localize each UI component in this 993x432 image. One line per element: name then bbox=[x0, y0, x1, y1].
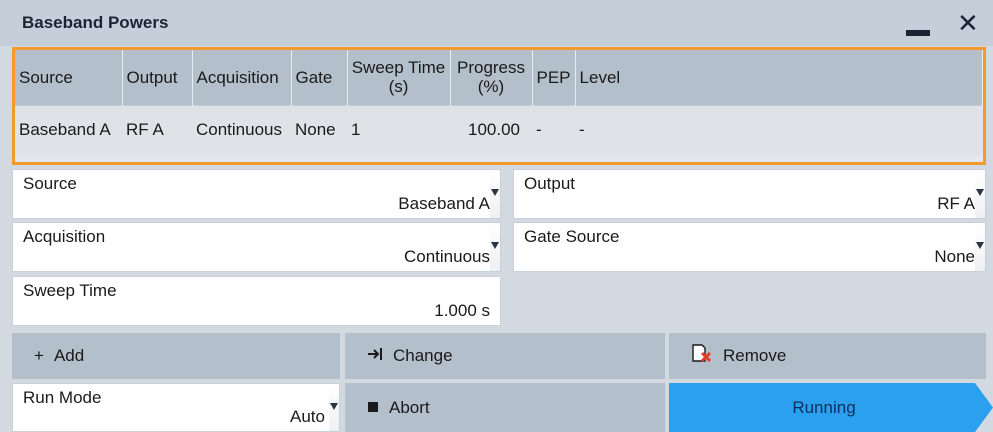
dialog-title: Baseband Powers bbox=[22, 13, 169, 32]
change-button[interactable]: Change bbox=[345, 333, 665, 379]
sweep-time-label: Sweep Time bbox=[23, 281, 117, 300]
acquisition-label: Acquisition bbox=[23, 227, 106, 246]
sweep-time-input[interactable]: Sweep Time 1.000 s bbox=[12, 276, 501, 326]
table-row[interactable]: Baseband A RF A Continuous None 1 100.00… bbox=[15, 104, 983, 155]
gate-source-value: None bbox=[934, 247, 975, 266]
source-label: Source bbox=[23, 174, 77, 193]
abort-button-label: Abort bbox=[389, 397, 430, 417]
change-button-label: Change bbox=[393, 346, 453, 365]
column-header-gate: Gate bbox=[291, 50, 348, 105]
output-label: Output bbox=[524, 174, 576, 193]
remove-button-label: Remove bbox=[723, 346, 787, 365]
cell-level: - bbox=[575, 104, 983, 155]
plus-icon: + bbox=[34, 346, 44, 365]
column-header-acquisition: Acquisition bbox=[192, 50, 292, 105]
gate-source-select[interactable]: Gate Source None bbox=[513, 222, 986, 272]
dropdown-arrow-icon[interactable] bbox=[975, 223, 985, 271]
source-select[interactable]: Source Baseband A bbox=[12, 169, 501, 219]
column-header-output: Output bbox=[122, 50, 193, 105]
arrow-to-bar-icon bbox=[367, 346, 383, 366]
column-header-level: Level bbox=[575, 50, 984, 105]
power-measurement-table: Source Output Acquisition Gate Sweep Tim… bbox=[12, 47, 986, 165]
minimize-icon[interactable] bbox=[906, 30, 930, 36]
dropdown-arrow-icon[interactable] bbox=[329, 384, 339, 431]
gate-source-label: Gate Source bbox=[524, 227, 620, 246]
close-icon[interactable]: ✕ bbox=[957, 10, 979, 36]
cell-output: RF A bbox=[122, 104, 192, 155]
dropdown-arrow-icon[interactable] bbox=[975, 170, 985, 218]
sweep-time-value: 1.000 s bbox=[434, 301, 490, 320]
column-header-pep: PEP bbox=[532, 50, 576, 105]
column-header-source: Source bbox=[15, 50, 123, 105]
dropdown-arrow-icon[interactable] bbox=[490, 170, 500, 218]
cell-progress: 100.00 bbox=[450, 104, 532, 155]
cell-pep: - bbox=[532, 104, 576, 155]
output-select[interactable]: Output RF A bbox=[513, 169, 986, 219]
stop-square-icon bbox=[367, 398, 379, 418]
remove-button[interactable]: Remove bbox=[669, 333, 986, 379]
acquisition-value: Continuous bbox=[403, 247, 490, 266]
add-button[interactable]: + Add bbox=[12, 333, 340, 379]
cell-sweep-time: 1 bbox=[347, 104, 450, 155]
dropdown-arrow-icon[interactable] bbox=[490, 223, 500, 271]
acquisition-select[interactable]: Acquisition Continuous bbox=[12, 222, 501, 272]
source-value: Baseband A bbox=[398, 194, 490, 213]
cell-acquisition: Continuous bbox=[192, 104, 291, 155]
cell-source: Baseband A bbox=[15, 104, 122, 155]
running-label: Running bbox=[792, 397, 856, 417]
add-button-label: Add bbox=[53, 346, 85, 365]
output-value: RF A bbox=[937, 194, 975, 213]
run-mode-value: Auto bbox=[290, 407, 325, 426]
dialog-titlebar: Baseband Powers ✕ bbox=[0, 0, 993, 46]
column-header-sweep-time: Sweep Time (s) bbox=[347, 50, 451, 105]
table-header-row: Source Output Acquisition Gate Sweep Tim… bbox=[15, 50, 984, 105]
remove-document-icon bbox=[691, 343, 713, 369]
run-mode-select[interactable]: Run Mode Auto bbox=[12, 383, 340, 432]
running-status-button[interactable]: Running bbox=[669, 383, 993, 432]
cell-gate: None bbox=[291, 104, 347, 155]
column-header-progress: Progress (%) bbox=[450, 50, 533, 105]
abort-button[interactable]: Abort bbox=[345, 383, 665, 432]
run-mode-label: Run Mode bbox=[23, 388, 102, 407]
